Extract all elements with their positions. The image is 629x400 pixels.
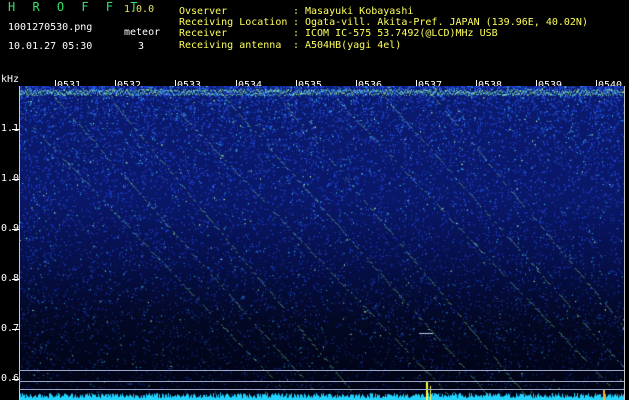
receiver-label: Receiver [179,28,228,39]
spectrogram-left-border [19,86,20,400]
antenna-value: A504HB(yagi 4el) [305,40,402,51]
receiver-value: ICOM IC-575 53.7492(@LCD)MHz USB [305,28,498,39]
observer-value: Masayuki Kobayashi [305,6,414,17]
colon: : [293,17,300,28]
location-value: Ogata-vill. Akita-Pref. JAPAN (139.96E, … [305,17,588,28]
meteor-label: meteor [124,27,161,38]
observer-label: Ovserver [179,6,228,17]
y-tick-mark [12,379,19,380]
app-title: H R O F F T [8,0,143,14]
colon: : [293,40,300,51]
file-name: 1001270530.png [8,22,93,33]
colon: : [293,28,300,39]
antenna-label: Receiving antenna [179,40,282,51]
timestamp: 10.01.27 05:30 [8,41,93,52]
y-tick-mark [12,279,19,280]
y-tick-mark [12,229,19,230]
y-tick-mark [12,129,19,130]
reference-line [19,381,624,382]
app-version: 1.0.0 [124,4,155,15]
spectrogram-image [19,86,624,400]
reference-line [19,389,624,390]
spectrogram-right-border [624,86,625,400]
colon: : [293,6,300,17]
spectrogram-panel [19,86,624,400]
location-label: Receiving Location [179,17,288,28]
y-tick-mark [12,329,19,330]
meteor-count: 3 [138,41,145,52]
y-axis-unit: kHz [1,74,20,85]
reference-line [19,370,624,371]
y-tick-mark [12,179,19,180]
